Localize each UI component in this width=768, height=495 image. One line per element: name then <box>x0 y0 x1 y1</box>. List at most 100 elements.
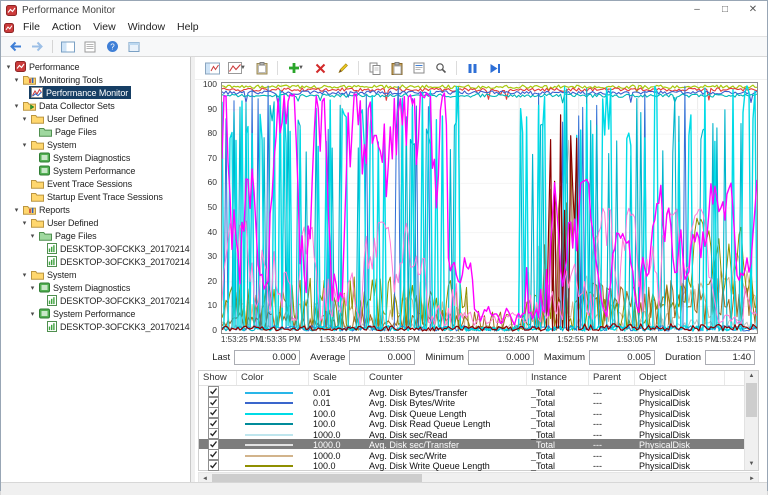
show-checkbox[interactable] <box>208 460 219 471</box>
paste-counter-list-button[interactable] <box>387 59 406 78</box>
expander-icon[interactable]: ▾ <box>28 284 37 292</box>
menu-window[interactable]: Window <box>122 19 171 36</box>
horizontal-scrollbar[interactable]: ◄ ► <box>198 472 759 482</box>
expander-icon[interactable]: ▾ <box>20 115 29 123</box>
menu-action[interactable]: Action <box>46 19 87 36</box>
tree-item-system-diagnostics[interactable]: System Diagnostics <box>1 151 190 164</box>
menu-file[interactable]: File <box>17 19 46 36</box>
counter-row[interactable]: 100.0Avg. Disk Read Queue Length_Total--… <box>199 418 745 429</box>
clipboard-button[interactable] <box>252 59 271 78</box>
counter-row[interactable]: 100.0Avg. Disk Write Queue Length_Total-… <box>199 460 745 471</box>
expander-icon[interactable]: ▾ <box>12 76 21 84</box>
scroll-up-button[interactable]: ▲ <box>745 371 758 382</box>
expander-icon[interactable]: ▾ <box>12 206 21 214</box>
x-tick-label: 1:53:35 PM <box>260 335 301 344</box>
counter-row[interactable]: 0.01Avg. Disk Bytes/Write_Total---Physic… <box>199 397 745 408</box>
zoom-button[interactable] <box>431 59 450 78</box>
copy-properties-button[interactable] <box>365 59 384 78</box>
expander-icon[interactable]: ▾ <box>28 310 37 318</box>
tree-item-system-diagnostics[interactable]: ▾System Diagnostics <box>1 281 190 294</box>
x-tick-label: 1:53:05 PM <box>617 335 658 344</box>
y-tick-label: 50 <box>208 202 217 212</box>
back-button[interactable] <box>6 38 24 55</box>
scroll-down-button[interactable]: ▼ <box>745 459 758 470</box>
tree-item-user-defined[interactable]: ▾User Defined <box>1 112 190 125</box>
expander-icon[interactable]: ▾ <box>4 63 13 71</box>
expander-icon[interactable]: ▾ <box>20 271 29 279</box>
tree-item-system[interactable]: ▾ System <box>1 138 190 151</box>
counter-color-swatch <box>245 434 293 436</box>
stat-label-minimum: Minimum <box>425 352 464 363</box>
forward-button[interactable] <box>28 38 46 55</box>
counter-color-swatch <box>245 413 293 415</box>
counter-row[interactable]: 0.01Avg. Disk Bytes/Transfer_Total---Phy… <box>199 386 745 397</box>
tree-item-monitoring-tools[interactable]: ▾Monitoring Tools <box>1 73 190 86</box>
view-current-activity-button[interactable] <box>203 59 222 78</box>
expander-icon[interactable]: ▾ <box>28 232 37 240</box>
add-counter-button[interactable]: ▼ <box>284 59 308 78</box>
show-checkbox[interactable] <box>208 407 219 418</box>
performance-monitor-window: Performance Monitor – □ ✕ FileActionView… <box>0 0 768 491</box>
view-options-button[interactable] <box>125 38 143 55</box>
menu-view[interactable]: View <box>87 19 122 36</box>
update-data-button[interactable] <box>485 59 504 78</box>
freeze-display-button[interactable] <box>463 59 482 78</box>
show-checkbox[interactable] <box>208 428 219 439</box>
tree-item-system-performance[interactable]: ▾System Performance <box>1 307 190 320</box>
close-button[interactable]: ✕ <box>739 1 767 19</box>
counter-row[interactable]: 1000.0Avg. Disk sec/Read_Total---Physica… <box>199 428 745 439</box>
help-button[interactable]: ? <box>103 38 121 55</box>
maximize-button[interactable]: □ <box>711 1 739 19</box>
scroll-left-button[interactable]: ◄ <box>199 473 211 482</box>
minimize-button[interactable]: – <box>683 1 711 19</box>
tree-item-performance[interactable]: ▾Performance <box>1 60 190 73</box>
cell-counter: Avg. Disk Bytes/Transfer <box>365 388 527 398</box>
export-list-button[interactable] <box>81 38 99 55</box>
tree-item-label: DESKTOP-3OFCKK3_20170214-000003 <box>60 257 191 267</box>
folder-icon <box>31 269 44 280</box>
counter-row[interactable]: 1000.0Avg. Disk sec/Transfer_Total---Phy… <box>199 439 745 450</box>
counter-row[interactable]: 100.0Avg. Disk Queue Length_Total---Phys… <box>199 407 745 418</box>
highlight-button[interactable] <box>333 59 352 78</box>
tree-item-page-files[interactable]: ▾Page Files <box>1 229 190 242</box>
properties-button[interactable] <box>409 59 428 78</box>
scrollbar-thumb[interactable] <box>212 474 422 482</box>
show-checkbox[interactable] <box>208 386 219 397</box>
tree-item-page-files[interactable]: Page Files <box>1 125 190 138</box>
tree-item-data-collector-sets[interactable]: ▾Data Collector Sets <box>1 99 190 112</box>
tree-item-performance-monitor[interactable]: Performance Monitor <box>1 86 190 99</box>
vertical-scrollbar[interactable]: ▲ ▼ <box>744 371 758 470</box>
counter-row[interactable]: 1000.0Avg. Disk sec/Write_Total---Physic… <box>199 449 745 460</box>
show-checkbox[interactable] <box>208 449 219 460</box>
tree-item-system-performance[interactable]: System Performance <box>1 164 190 177</box>
greenbox-icon <box>39 152 50 163</box>
tree-item-startup-event-trace-sessions[interactable]: Startup Event Trace Sessions <box>1 190 190 203</box>
tree-item-reports[interactable]: ▾Reports <box>1 203 190 216</box>
chart-type-dropdown[interactable]: ▼ <box>225 59 249 78</box>
tree-item-desktop-3ofckk3-20170214-000001[interactable]: DESKTOP-3OFCKK3_20170214-000001 <box>1 294 190 307</box>
plot-area[interactable] <box>221 82 758 334</box>
scroll-right-button[interactable]: ► <box>746 473 758 482</box>
cell-counter: Avg. Disk sec/Transfer <box>365 440 527 450</box>
cell-object: PhysicalDisk <box>635 419 725 429</box>
navigation-tree: ▾Performance▾Monitoring ToolsPerformance… <box>1 60 190 333</box>
expander-icon[interactable]: ▾ <box>20 141 29 149</box>
delete-counter-button[interactable] <box>311 59 330 78</box>
expander-icon[interactable]: ▾ <box>12 102 21 110</box>
tree-item-system[interactable]: ▾System <box>1 268 190 281</box>
toolbar-separator <box>358 61 359 75</box>
tree-item-desktop-3ofckk3-20170214-000001[interactable]: DESKTOP-3OFCKK3_20170214-000001 <box>1 242 190 255</box>
tree-item-event-trace-sessions[interactable]: Event Trace Sessions <box>1 177 190 190</box>
expander-icon[interactable]: ▾ <box>20 219 29 227</box>
report-icon <box>47 243 57 254</box>
scrollbar-thumb[interactable] <box>746 383 757 417</box>
tree-item-label: System <box>47 140 76 150</box>
show-checkbox[interactable] <box>208 418 219 429</box>
show-checkbox[interactable] <box>208 397 219 408</box>
show-console-tree-button[interactable] <box>59 38 77 55</box>
tree-item-desktop-3ofckk3-20170214-000002[interactable]: DESKTOP-3OFCKK3_20170214-000002 <box>1 320 190 333</box>
show-checkbox[interactable] <box>208 439 219 450</box>
menu-help[interactable]: Help <box>171 19 205 36</box>
tree-item-desktop-3ofckk3-20170214-000003[interactable]: DESKTOP-3OFCKK3_20170214-000003 <box>1 255 190 268</box>
tree-item-user-defined[interactable]: ▾User Defined <box>1 216 190 229</box>
